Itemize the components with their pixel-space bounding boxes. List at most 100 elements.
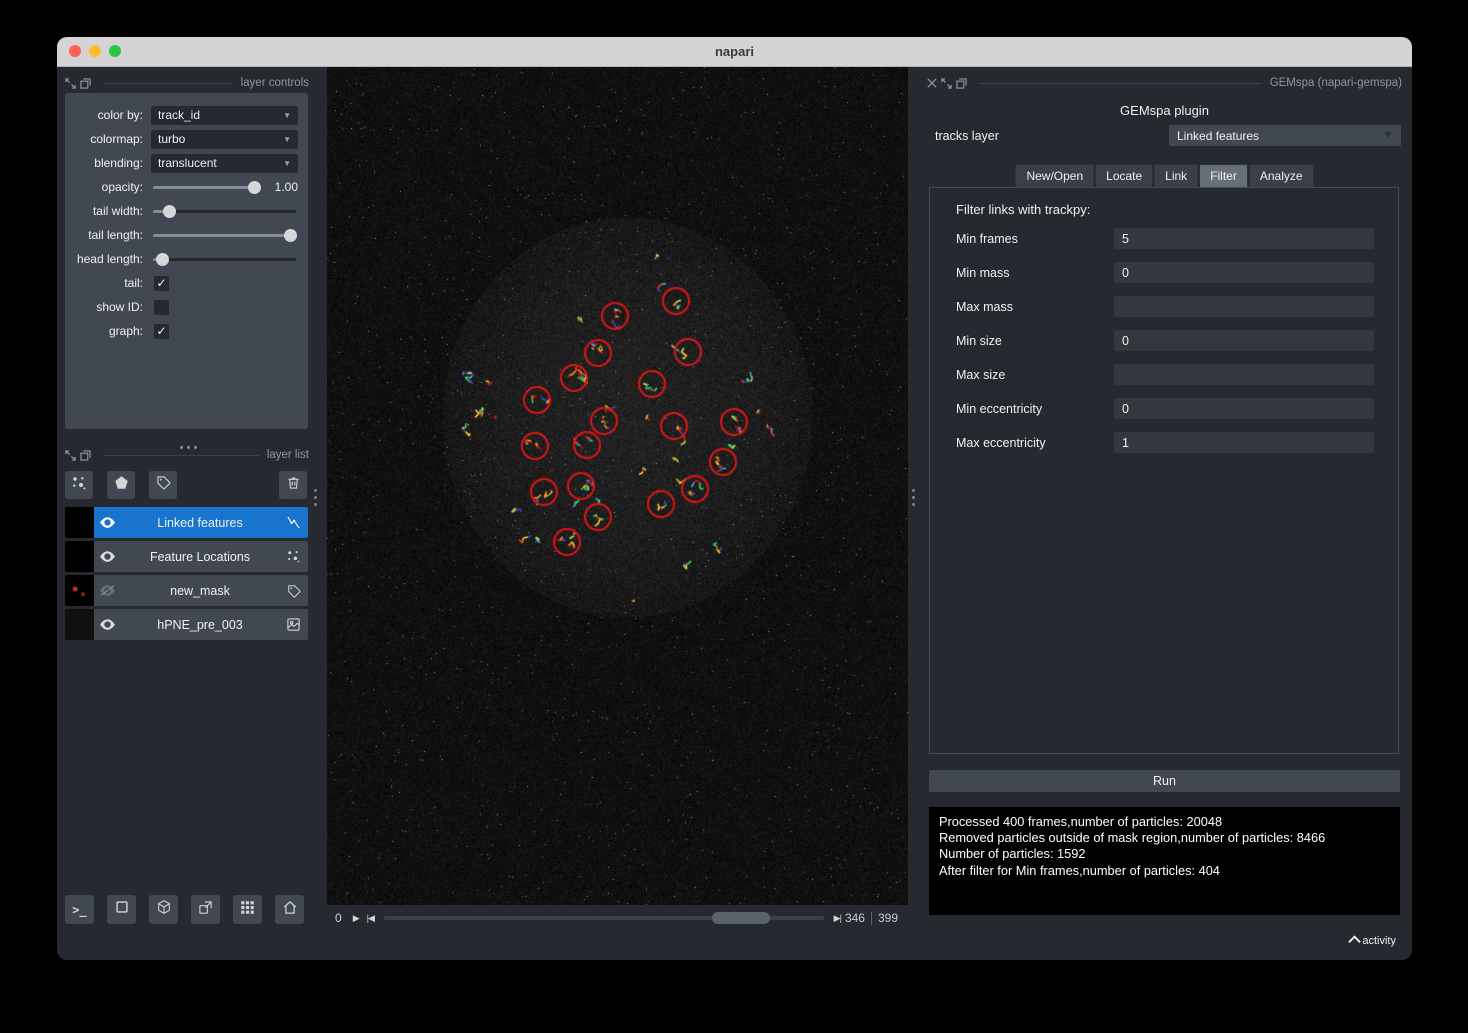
traffic-lights <box>69 45 121 57</box>
chevron-down-icon: ▼ <box>283 134 291 144</box>
minimize-window-button[interactable] <box>89 45 101 57</box>
blending-select[interactable]: translucent ▼ <box>151 153 298 173</box>
slider-handle[interactable] <box>283 228 297 242</box>
max-size-input[interactable] <box>1114 364 1374 385</box>
min-eccentricity-row: Min eccentricity <box>956 398 1374 419</box>
activity-toggle[interactable]: activity <box>1348 935 1396 947</box>
float-panel-icon[interactable] <box>80 449 91 461</box>
expand-panel-icon[interactable] <box>65 77 76 89</box>
right-splitter-handle[interactable] <box>912 489 915 506</box>
home-button[interactable] <box>275 895 304 924</box>
opacity-row: opacity: 1.00 <box>69 175 298 199</box>
slider-handle[interactable] <box>155 252 169 266</box>
run-button[interactable]: Run <box>929 770 1400 792</box>
float-panel-icon[interactable] <box>80 77 91 89</box>
slider-groove <box>153 257 296 261</box>
new-labels-layer-button[interactable] <box>149 471 177 499</box>
tail-checkbox[interactable]: ✓ <box>154 275 169 291</box>
close-panel-icon[interactable] <box>927 78 937 88</box>
max-size-label: Max size <box>956 367 1006 382</box>
opacity-slider[interactable] <box>151 178 262 197</box>
min-mass-label: Min mass <box>956 265 1010 280</box>
expand-panel-icon[interactable] <box>65 449 76 461</box>
tag-icon <box>156 475 171 495</box>
tab-analyze[interactable]: Analyze <box>1248 164 1314 188</box>
viewer-canvas-area[interactable] <box>327 67 908 905</box>
plugin-dock-header: GEMspa (napari-gemspa) <box>927 77 1402 89</box>
max-eccentricity-input[interactable] <box>1114 432 1374 453</box>
zoom-window-button[interactable] <box>109 45 121 57</box>
new-points-layer-button[interactable] <box>65 471 93 499</box>
titlebar[interactable]: napari <box>57 37 1412 67</box>
show-id-checkbox[interactable] <box>154 299 169 315</box>
layer-controls-header: layer controls <box>65 77 309 89</box>
frame-position: 346 <box>844 911 865 925</box>
expand-panel-icon[interactable] <box>941 77 952 89</box>
trash-icon <box>286 475 301 496</box>
min-frames-input[interactable] <box>1114 228 1374 249</box>
max-mass-label: Max mass <box>956 299 1013 314</box>
left-splitter-handle[interactable] <box>314 489 317 506</box>
layer-thumbnail <box>65 609 94 640</box>
blending-label: blending: <box>94 156 143 170</box>
slider-handle[interactable] <box>162 204 176 218</box>
ndisplay-toggle-button[interactable] <box>107 895 136 924</box>
layer-row-linked-features[interactable]: Linked features <box>65 507 308 538</box>
min-eccentricity-input[interactable] <box>1114 398 1374 419</box>
activity-label: activity <box>1362 935 1396 947</box>
header-divider <box>979 82 1262 84</box>
tab-filter[interactable]: Filter <box>1199 164 1248 188</box>
head-length-slider[interactable] <box>151 250 298 269</box>
new-shapes-layer-button[interactable] <box>107 471 135 499</box>
max-mass-input[interactable] <box>1114 296 1374 317</box>
layer-row-hpne-pre-003[interactable]: hPNE_pre_003 <box>65 609 308 640</box>
log-output: Processed 400 frames,number of particles… <box>929 807 1400 915</box>
viewer-canvas[interactable] <box>327 67 908 905</box>
tail-width-slider[interactable] <box>151 202 298 221</box>
chevron-up-icon <box>1348 935 1362 947</box>
play-button[interactable]: ▶ <box>353 913 360 924</box>
colormap-label: colormap: <box>90 132 143 146</box>
log-line: Number of particles: 1592 <box>939 846 1086 862</box>
log-line: After filter for Min frames,number of pa… <box>939 862 1220 878</box>
head-length-label: head length: <box>76 252 143 266</box>
frame-slider[interactable] <box>383 911 824 925</box>
tab-new-open[interactable]: New/Open <box>1015 164 1095 188</box>
tab-locate[interactable]: Locate <box>1095 164 1154 188</box>
float-panel-icon[interactable] <box>956 77 967 89</box>
header-divider <box>103 82 233 84</box>
visibility-eye-icon[interactable] <box>94 516 121 529</box>
delete-layer-button[interactable] <box>279 471 307 499</box>
graph-label: graph: <box>108 324 143 338</box>
color-by-select[interactable]: track_id ▼ <box>151 105 298 125</box>
slider-handle[interactable] <box>248 180 261 194</box>
min-size-input[interactable] <box>1114 330 1374 351</box>
colormap-row: colormap: turbo ▼ <box>69 127 298 151</box>
layer-row-new-mask[interactable]: new_mask <box>65 575 308 606</box>
colormap-select[interactable]: turbo ▼ <box>151 129 298 149</box>
min-size-row: Min size <box>956 330 1374 351</box>
min-mass-input[interactable] <box>1114 262 1374 283</box>
graph-row: graph: ✓ <box>69 319 298 343</box>
transpose-dimensions-button[interactable] <box>191 895 220 924</box>
layer-list-title: layer list <box>266 449 309 461</box>
max-eccentricity-label: Max eccentricity <box>956 435 1046 450</box>
close-window-button[interactable] <box>69 45 81 57</box>
roll-dimensions-button[interactable] <box>149 895 178 924</box>
layer-name: Feature Locations <box>149 549 251 564</box>
first-frame-button[interactable]: |◀ <box>367 913 375 924</box>
grid-view-button[interactable] <box>233 895 262 924</box>
tail-width-row: tail width: <box>69 199 298 223</box>
visibility-eye-icon-hidden[interactable] <box>94 584 121 597</box>
layer-row-feature-locations[interactable]: Feature Locations <box>65 541 308 572</box>
visibility-eye-icon[interactable] <box>94 550 121 563</box>
tab-link[interactable]: Link <box>1154 164 1199 188</box>
graph-checkbox[interactable]: ✓ <box>154 323 169 339</box>
tracks-layer-select[interactable]: Linked features ▼ <box>1169 125 1401 146</box>
console-button[interactable]: >_ <box>65 895 94 924</box>
frame-slider-handle[interactable] <box>712 912 771 924</box>
last-frame-button[interactable]: ▶| <box>834 913 842 924</box>
tail-length-slider[interactable] <box>151 226 298 245</box>
opacity-value: 1.00 <box>274 180 298 194</box>
visibility-eye-icon[interactable] <box>94 618 121 631</box>
